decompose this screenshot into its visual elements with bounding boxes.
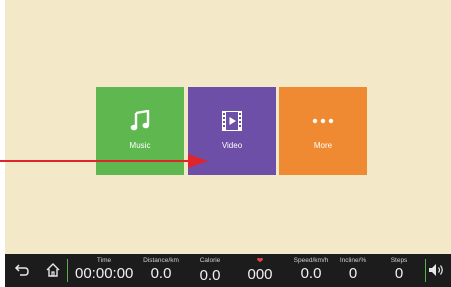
distance-metric: Distance/km 0.0 bbox=[136, 257, 186, 282]
film-icon bbox=[188, 109, 276, 133]
incline-value: 0 bbox=[348, 265, 358, 282]
distance-value: 0.0 bbox=[150, 265, 172, 282]
time-metric: Time 00:00:00 bbox=[75, 257, 133, 282]
music-label: Music bbox=[129, 141, 151, 150]
more-tile[interactable]: More bbox=[279, 87, 367, 175]
time-value: 00:00:00 bbox=[75, 265, 134, 282]
heart-rate-value: 000 bbox=[247, 266, 273, 283]
heart-rate-metric: ❤ 000 bbox=[243, 256, 277, 284]
video-label: Video bbox=[221, 141, 243, 150]
speed-metric: Speed/km/h 0.0 bbox=[288, 257, 334, 282]
divider bbox=[67, 259, 68, 282]
volume-icon[interactable] bbox=[428, 261, 446, 279]
calorie-value: 0.0 bbox=[199, 267, 221, 284]
more-dots-icon bbox=[279, 109, 367, 133]
music-note-icon bbox=[96, 109, 184, 133]
distance-caption: Distance/km bbox=[143, 257, 179, 264]
steps-value: 0 bbox=[394, 265, 404, 282]
music-tile[interactable]: Music bbox=[96, 87, 184, 175]
speed-caption: Speed/km/h bbox=[293, 257, 329, 264]
video-tile[interactable]: Video bbox=[188, 87, 276, 175]
steps-metric: Steps 0 bbox=[383, 257, 415, 282]
divider bbox=[425, 259, 426, 282]
incline-metric: Incline/% 0 bbox=[335, 257, 371, 282]
calorie-metric: Calorie 0.0 bbox=[190, 257, 230, 284]
incline-caption: Incline/% bbox=[339, 257, 367, 264]
steps-caption: Steps bbox=[390, 257, 408, 264]
heart-icon: ❤ bbox=[256, 256, 264, 265]
home-icon[interactable] bbox=[44, 261, 62, 279]
back-arrow-icon[interactable] bbox=[13, 261, 31, 279]
bottom-bar: Time 00:00:00 Distance/km 0.0 Calorie 0.… bbox=[5, 254, 451, 287]
calorie-caption: Calorie bbox=[199, 257, 221, 264]
time-caption: Time bbox=[96, 257, 112, 264]
more-label: More bbox=[313, 141, 333, 150]
speed-value: 0.0 bbox=[300, 265, 322, 282]
